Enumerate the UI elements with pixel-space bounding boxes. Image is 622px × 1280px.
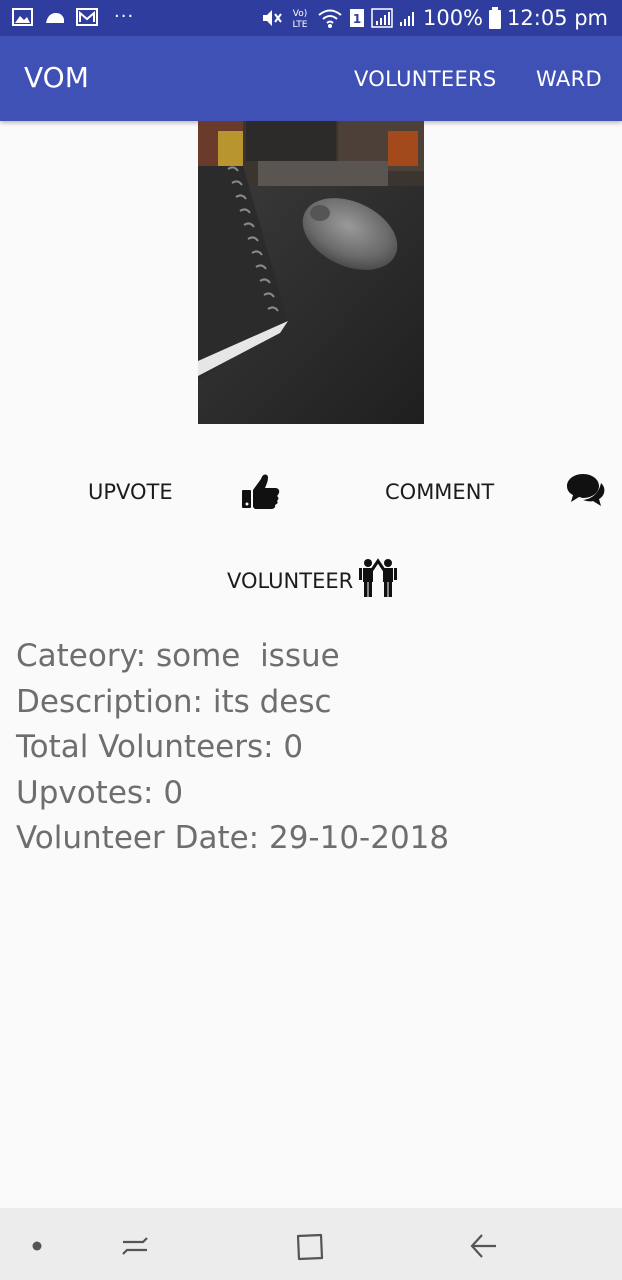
category-text: Cateory: some issue (16, 638, 340, 674)
more-notifications-icon: ··· (114, 6, 135, 27)
clock: 12:05 pm (507, 6, 608, 30)
sim-slot-label: 1 (353, 12, 361, 26)
volunteers-menu-button[interactable]: VOLUNTEERS (354, 66, 497, 92)
total-volunteers-text: Total Volunteers: 0 (16, 729, 304, 765)
issue-photo (198, 121, 424, 424)
mail-notification-icon (76, 8, 98, 26)
weather-notification-icon (46, 13, 64, 23)
signal-icon-sim2 (399, 12, 414, 26)
volunteer-button[interactable]: VOLUNTEER (227, 568, 353, 594)
dot-indicator-icon (32, 1241, 42, 1251)
volte-label: Vo) (293, 9, 307, 19)
app-title: VOM (24, 61, 89, 94)
notification-icons: ··· (12, 7, 134, 27)
upvotes-text: Upvotes: 0 (16, 774, 184, 811)
ward-menu-button[interactable]: WARD (536, 66, 602, 92)
battery-icon (489, 7, 502, 29)
status-bar: ··· Vo) LTE 1 100% 12:05 pm (0, 0, 622, 36)
gallery-notification-icon (12, 8, 33, 26)
issue-photo-image (198, 121, 424, 424)
signal-icon-sim1 (371, 8, 393, 28)
volunteer-date-text: Volunteer Date: 29-10-2018 (16, 820, 450, 856)
home-icon[interactable] (295, 1232, 325, 1262)
recent-apps-icon[interactable] (119, 1232, 151, 1260)
status-indicators: Vo) LTE 1 100% 12:05 pm (261, 4, 608, 32)
chat-bubbles-icon[interactable] (566, 471, 606, 511)
battery-percent: 100% (422, 6, 484, 30)
app-bar: VOM VOLUNTEERS WARD (0, 36, 622, 121)
two-people-icon[interactable] (358, 558, 398, 598)
upvote-button[interactable]: UPVOTE (88, 479, 173, 505)
issue-details: Cateory: some issue Description: its des… (16, 634, 449, 862)
sim1-icon: 1 (349, 9, 364, 27)
system-nav-bar (0, 1208, 622, 1280)
mute-icon (262, 10, 282, 26)
back-icon[interactable] (470, 1232, 498, 1260)
volte-icon: Vo) LTE (292, 9, 307, 30)
comment-button[interactable]: COMMENT (385, 479, 494, 505)
thumbs-up-icon[interactable] (241, 471, 281, 511)
wifi-icon (318, 9, 342, 28)
lte-label: LTE (292, 20, 307, 30)
description-text: Description: its desc (16, 683, 332, 720)
